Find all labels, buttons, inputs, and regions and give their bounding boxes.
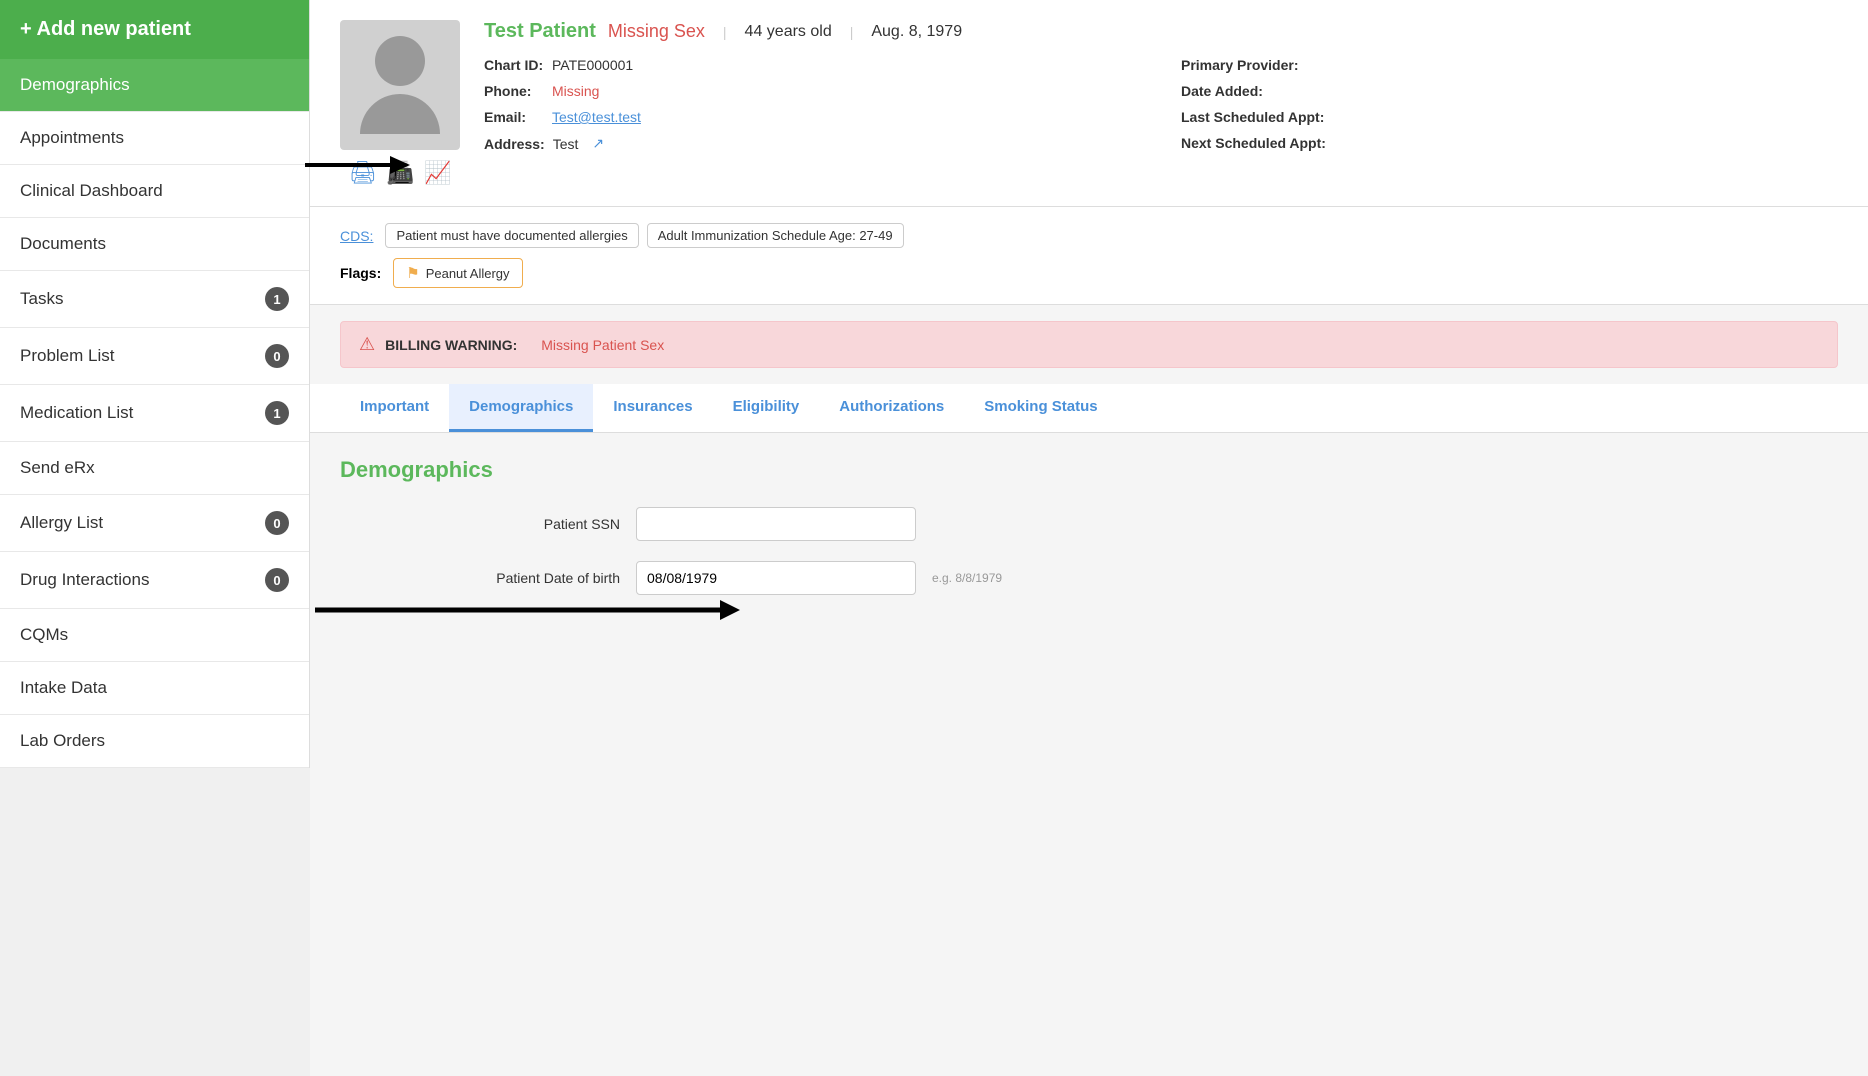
flag-label: Peanut Allergy [426,266,510,281]
sidebar-item-label: Drug Interactions [20,570,149,590]
form-hint: e.g. 8/8/1979 [932,571,1002,585]
sidebar-item-documents[interactable]: Documents [0,218,309,271]
sidebar-item-label: Appointments [20,128,124,148]
cds-section: CDS: Patient must have documented allerg… [310,207,1868,305]
billing-warning: ⚠ BILLING WARNING: Missing Patient Sex [340,321,1838,368]
tabs-bar: ImportantDemographicsInsurancesEligibili… [310,384,1868,433]
warning-icon: ⚠ [359,334,375,355]
annotation-arrow-to-dob [310,595,740,625]
tab-important[interactable]: Important [340,384,449,432]
primary-provider-label: Primary Provider: [1181,57,1341,73]
missing-sex-label: Missing Sex [608,21,705,42]
patient-info: Test Patient Missing Sex | 44 years old … [484,20,1838,152]
patient-header: 🖨 📠 📈 Test Patient Missing Sex | 44 year… [310,0,1868,207]
sidebar-item-label: Allergy List [20,513,103,533]
cds-tag[interactable]: Patient must have documented allergies [385,223,638,248]
sidebar-item-label: Send eRx [20,458,95,478]
flags-label: Flags: [340,265,381,281]
flag-icon: ⚑ [406,264,419,282]
form-input-patient-date-of-birth[interactable] [636,561,916,595]
sidebar-badge: 1 [265,401,289,425]
form-row: Patient SSN [340,507,1838,541]
form-label: Patient SSN [340,516,620,532]
form-input-patient-ssn[interactable] [636,507,916,541]
sidebar-item-tasks[interactable]: Tasks 1 [0,271,309,328]
sidebar-item-label: Tasks [20,289,63,309]
chart-id-value: PATE000001 [552,57,633,73]
cds-tag[interactable]: Adult Immunization Schedule Age: 27-49 [647,223,904,248]
separator-1: | [723,24,727,40]
sidebar-item-lab-orders[interactable]: Lab Orders [0,715,309,768]
tab-eligibility[interactable]: Eligibility [713,384,820,432]
sidebar-item-label: Problem List [20,346,114,366]
sidebar-item-allergy-list[interactable]: Allergy List 0 [0,495,309,552]
email-value[interactable]: Test@test.test [552,109,641,125]
annotation-arrow-to-header [300,150,410,180]
section-content: Demographics Patient SSN Patient Date of … [310,433,1868,599]
demographics-section-title: Demographics [340,457,1838,483]
address-value: Test [553,136,579,152]
address-external-link-icon[interactable]: ↗ [592,135,604,152]
chart-id-label: Chart ID: [484,57,544,73]
sidebar-item-label: Documents [20,234,106,254]
phone-value: Missing [552,83,599,99]
patient-dob: Aug. 8, 1979 [871,23,962,41]
sidebar-item-label: Clinical Dashboard [20,181,163,201]
sidebar-item-label: Intake Data [20,678,107,698]
sidebar-item-label: CQMs [20,625,68,645]
tab-insurances[interactable]: Insurances [593,384,712,432]
last-appt-label: Last Scheduled Appt: [1181,109,1341,125]
vitals-icon[interactable]: 📈 [424,160,451,186]
patient-age: 44 years old [745,23,832,41]
sidebar-item-appointments[interactable]: Appointments [0,112,309,165]
sidebar-item-label: Medication List [20,403,133,423]
avatar-body [360,94,440,134]
tab-smoking-status[interactable]: Smoking Status [964,384,1117,432]
avatar [340,20,460,150]
flag-tag[interactable]: ⚑ Peanut Allergy [393,258,522,288]
tab-demographics[interactable]: Demographics [449,384,593,432]
cds-link[interactable]: CDS: [340,228,373,244]
sidebar-item-cqms[interactable]: CQMs [0,609,309,662]
sidebar-item-send-erx[interactable]: Send eRx [0,442,309,495]
add-patient-button[interactable]: + Add new patient [0,0,309,59]
sidebar-item-demographics[interactable]: Demographics [0,59,309,112]
sidebar-item-label: Lab Orders [20,731,105,751]
date-added-label: Date Added: [1181,83,1341,99]
tab-authorizations[interactable]: Authorizations [819,384,964,432]
form-row: Patient Date of birth e.g. 8/8/1979 [340,561,1838,595]
address-label: Address: [484,136,545,152]
billing-warning-strong: BILLING WARNING: [385,337,517,353]
separator-2: | [850,24,854,40]
sidebar-item-clinical-dashboard[interactable]: Clinical Dashboard [0,165,309,218]
billing-warning-message: Missing Patient Sex [541,337,664,353]
email-label: Email: [484,109,544,125]
sidebar-item-problem-list[interactable]: Problem List 0 [0,328,309,385]
form-label: Patient Date of birth [340,570,620,586]
sidebar-item-medication-list[interactable]: Medication List 1 [0,385,309,442]
sidebar-item-intake-data[interactable]: Intake Data [0,662,309,715]
patient-name: Test Patient [484,20,596,43]
sidebar-item-label: Demographics [20,75,130,95]
sidebar-badge: 1 [265,287,289,311]
sidebar-badge: 0 [265,568,289,592]
sidebar-badge: 0 [265,344,289,368]
sidebar-badge: 0 [265,511,289,535]
next-appt-label: Next Scheduled Appt: [1181,135,1341,151]
avatar-head [375,36,425,86]
phone-label: Phone: [484,83,544,99]
sidebar-item-drug-interactions[interactable]: Drug Interactions 0 [0,552,309,609]
